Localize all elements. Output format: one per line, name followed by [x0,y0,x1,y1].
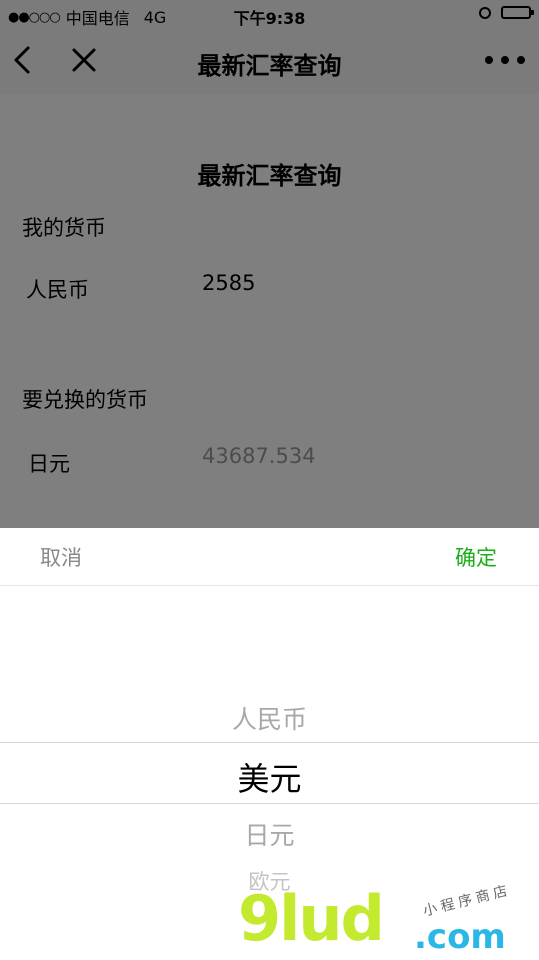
picker-toolbar: 取消 确定 [0,528,539,586]
picker-option[interactable]: 欧元 [0,866,539,896]
picker-selection-bottom-line [0,803,539,804]
confirm-button[interactable]: 确定 [455,542,497,572]
picker-option-selected[interactable]: 美元 [0,754,539,800]
picker-option[interactable]: 人民币 [0,700,539,736]
picker-option[interactable]: 日元 [0,816,539,852]
cancel-button[interactable]: 取消 [40,542,82,572]
currency-picker: 取消 确定 人民币 美元 日元 欧元 [0,528,539,960]
picker-selection-top-line [0,742,539,743]
